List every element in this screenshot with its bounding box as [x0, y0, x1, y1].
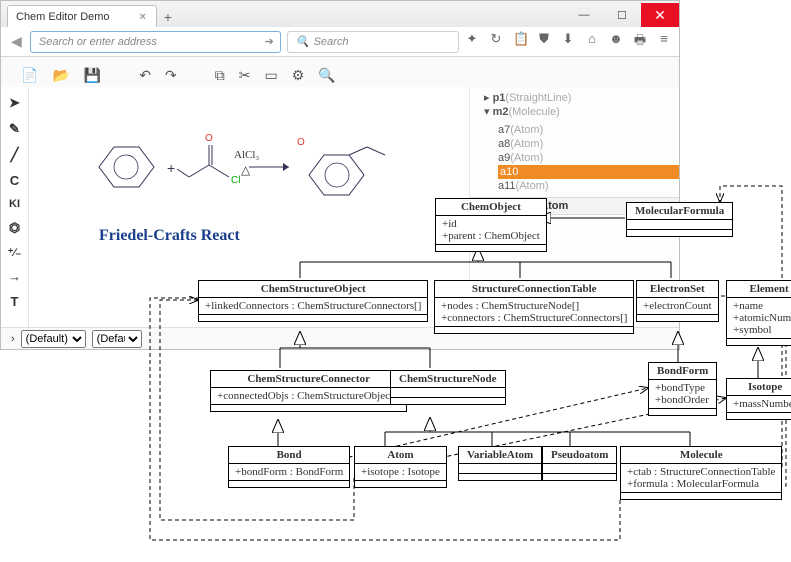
- svg-text:O: O: [297, 137, 305, 148]
- face-icon[interactable]: ☻: [609, 31, 623, 53]
- tree-node-a8[interactable]: a8(Atom): [498, 137, 679, 151]
- search-input[interactable]: 🔍 Search: [287, 31, 459, 53]
- cut-icon[interactable]: ✂: [239, 67, 251, 84]
- tree-node-p1[interactable]: ▸ p1(StraightLine): [484, 91, 679, 105]
- carbon-tool[interactable]: C: [10, 173, 19, 188]
- select-tool[interactable]: ➤: [9, 95, 20, 111]
- class-ChemStructureConnector: ChemStructureConnector +connectedObjs : …: [210, 370, 407, 412]
- status-select-1[interactable]: (Default): [21, 330, 86, 348]
- paste-icon[interactable]: ▭: [265, 67, 278, 84]
- url-placeholder: Search or enter address: [39, 36, 157, 48]
- pocket-icon[interactable]: ⛊: [537, 31, 551, 53]
- status-select-2[interactable]: (Defaul: [92, 330, 142, 348]
- zoom-icon[interactable]: 🔍: [318, 67, 335, 84]
- class-Isotope: Isotope +massNumber: [726, 378, 791, 420]
- tree-node-a10[interactable]: a10: [498, 165, 679, 179]
- kl-tool[interactable]: KI: [9, 198, 20, 210]
- titlebar: Chem Editor Demo × + — ☐ ✕: [1, 1, 679, 27]
- new-doc-icon[interactable]: 📄: [21, 67, 38, 84]
- nav-icon-group: ✦ ↻ 📋 ⛊ ⬇ ⌂ ☻ 🖶 ≡: [465, 31, 671, 53]
- editor-toolbar: 📄 📂 💾 ↶ ↷ ⧉ ✂ ▭ ⚙ 🔍: [1, 57, 679, 87]
- text-tool[interactable]: T: [11, 294, 19, 309]
- class-VariableAtom: VariableAtom: [458, 446, 542, 481]
- print-icon[interactable]: 🖶: [633, 31, 647, 53]
- arrow-tool[interactable]: →: [8, 269, 21, 284]
- class-MolecularFormula: MolecularFormula: [626, 202, 733, 237]
- class-Element: Element +name+atomicNumber+symbol: [726, 280, 791, 346]
- clipboard-icon[interactable]: 📋: [513, 31, 527, 53]
- line-tool[interactable]: ╱: [11, 147, 19, 163]
- class-Pseudoatom: Pseudoatom: [542, 446, 617, 481]
- tree-node-m2[interactable]: ▾ m2(Molecule): [484, 105, 679, 119]
- class-Bond: Bond +bondForm : BondForm: [228, 446, 350, 488]
- browser-tab[interactable]: Chem Editor Demo ×: [7, 5, 157, 27]
- search-placeholder: Search: [314, 36, 349, 48]
- heat-icon: △: [241, 163, 250, 178]
- minimize-button[interactable]: —: [565, 3, 603, 27]
- ring-tool[interactable]: ⏣: [9, 220, 20, 236]
- class-BondForm: BondForm +bondType+bondOrder: [648, 362, 717, 416]
- class-Atom: Atom +isotope : Isotope: [354, 446, 447, 488]
- menu-icon[interactable]: ≡: [657, 31, 671, 53]
- tool-icon[interactable]: ✦: [465, 31, 479, 53]
- tab-title: Chem Editor Demo: [16, 11, 110, 23]
- molecule-sketch: + O Cl O: [49, 97, 389, 237]
- class-StructureConnectionTable: StructureConnectionTable +nodes : ChemSt…: [434, 280, 634, 334]
- tree-node-a11[interactable]: a11(Atom): [498, 179, 679, 193]
- side-toolbar: ➤ ✎ ╱ C KI ⏣ ⁺∕₋ → T: [1, 87, 29, 327]
- home-icon[interactable]: ⌂: [585, 31, 599, 53]
- new-tab-button[interactable]: +: [157, 7, 179, 27]
- download-icon[interactable]: ⬇: [561, 31, 575, 53]
- open-icon[interactable]: 📂: [52, 67, 69, 84]
- close-window-button[interactable]: ✕: [641, 3, 679, 27]
- class-ElectronSet: ElectronSet +electronCount: [636, 280, 719, 322]
- class-ChemStructureNode: ChemStructureNode: [390, 370, 506, 405]
- class-ChemObject: ChemObject +id+parent : ChemObject: [435, 198, 547, 252]
- settings-icon[interactable]: ⚙: [292, 67, 305, 84]
- undo-icon[interactable]: ↶: [139, 67, 151, 84]
- expand-icon[interactable]: ›: [11, 333, 15, 345]
- tree-node-a9[interactable]: a9(Atom): [498, 151, 679, 165]
- save-icon[interactable]: 💾: [84, 67, 101, 84]
- reagent-label: AlCl₃: [234, 149, 259, 161]
- back-button[interactable]: ◀: [9, 33, 24, 50]
- window-buttons: — ☐ ✕: [565, 3, 679, 27]
- url-input[interactable]: Search or enter address: [30, 31, 281, 53]
- redo-icon[interactable]: ↷: [165, 67, 177, 84]
- reaction-caption: Friedel-Crafts React: [99, 227, 240, 245]
- class-Molecule: Molecule +ctab : StructureConnectionTabl…: [620, 446, 782, 500]
- refresh-icon[interactable]: ↻: [489, 31, 503, 53]
- maximize-button[interactable]: ☐: [603, 3, 641, 27]
- svg-text:+: +: [167, 160, 175, 176]
- svg-text:O: O: [205, 133, 213, 144]
- charge-tool[interactable]: ⁺∕₋: [8, 246, 21, 259]
- erase-tool[interactable]: ✎: [9, 121, 20, 137]
- tree-node-a7[interactable]: a7(Atom): [498, 123, 679, 137]
- navbar: ◀ Search or enter address 🔍 Search ✦ ↻ 📋…: [1, 27, 679, 57]
- svg-text:Cl: Cl: [231, 175, 240, 186]
- search-icon: 🔍: [296, 35, 310, 48]
- class-ChemStructureObject: ChemStructureObject +linkedConnectors : …: [198, 280, 428, 322]
- copy-icon[interactable]: ⧉: [215, 67, 225, 84]
- tab-close-icon[interactable]: ×: [140, 11, 146, 23]
